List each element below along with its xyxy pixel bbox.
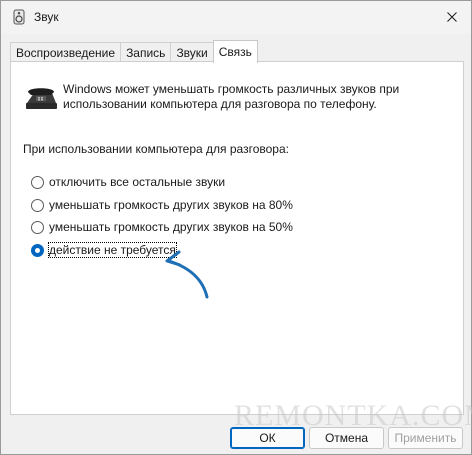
- radio-button[interactable]: [31, 198, 44, 212]
- apply-button[interactable]: Применить: [388, 427, 463, 449]
- tab-strip: Воспроизведение Запись Звуки Связь: [10, 40, 258, 63]
- speaker-icon: [13, 9, 25, 25]
- tab-recording[interactable]: Запись: [120, 42, 172, 63]
- tab-communications[interactable]: Связь: [212, 40, 258, 63]
- option-mute-all[interactable]: отключить все остальные звуки: [31, 174, 225, 190]
- cancel-button[interactable]: Отмена: [309, 427, 384, 449]
- option-label: отключить все остальные звуки: [49, 175, 226, 189]
- option-do-nothing[interactable]: действие не требуется: [31, 242, 177, 258]
- annotation-arrow-icon: [165, 250, 209, 299]
- radio-button-selected[interactable]: [31, 243, 44, 257]
- window-title: Звук: [34, 10, 59, 24]
- ok-button[interactable]: ОК: [230, 427, 305, 449]
- options-prompt: При использовании компьютера для разгово…: [23, 142, 289, 156]
- option-reduce-80[interactable]: уменьшать громкость других звуков на 80%: [31, 197, 293, 213]
- option-label: действие не требуется: [48, 242, 177, 258]
- telephone-icon: [26, 88, 57, 109]
- description-text: Windows может уменьшать громкость различ…: [63, 82, 400, 111]
- close-button[interactable]: [439, 5, 465, 29]
- option-label: уменьшать громкость других звуков на 50%: [49, 220, 293, 234]
- communications-panel: Windows может уменьшать громкость различ…: [10, 61, 464, 415]
- option-reduce-50[interactable]: уменьшать громкость других звуков на 50%: [31, 219, 293, 235]
- radio-button[interactable]: [31, 175, 44, 189]
- tab-playback[interactable]: Воспроизведение: [10, 42, 122, 63]
- close-icon: [447, 12, 457, 22]
- sound-dialog: Звук Воспроизведение Запись Звуки Связь …: [0, 0, 472, 455]
- radio-button[interactable]: [31, 220, 44, 234]
- option-label: уменьшать громкость других звуков на 80%: [49, 198, 293, 212]
- tab-sounds[interactable]: Звуки: [170, 42, 214, 63]
- title-bar: Звук: [1, 1, 471, 34]
